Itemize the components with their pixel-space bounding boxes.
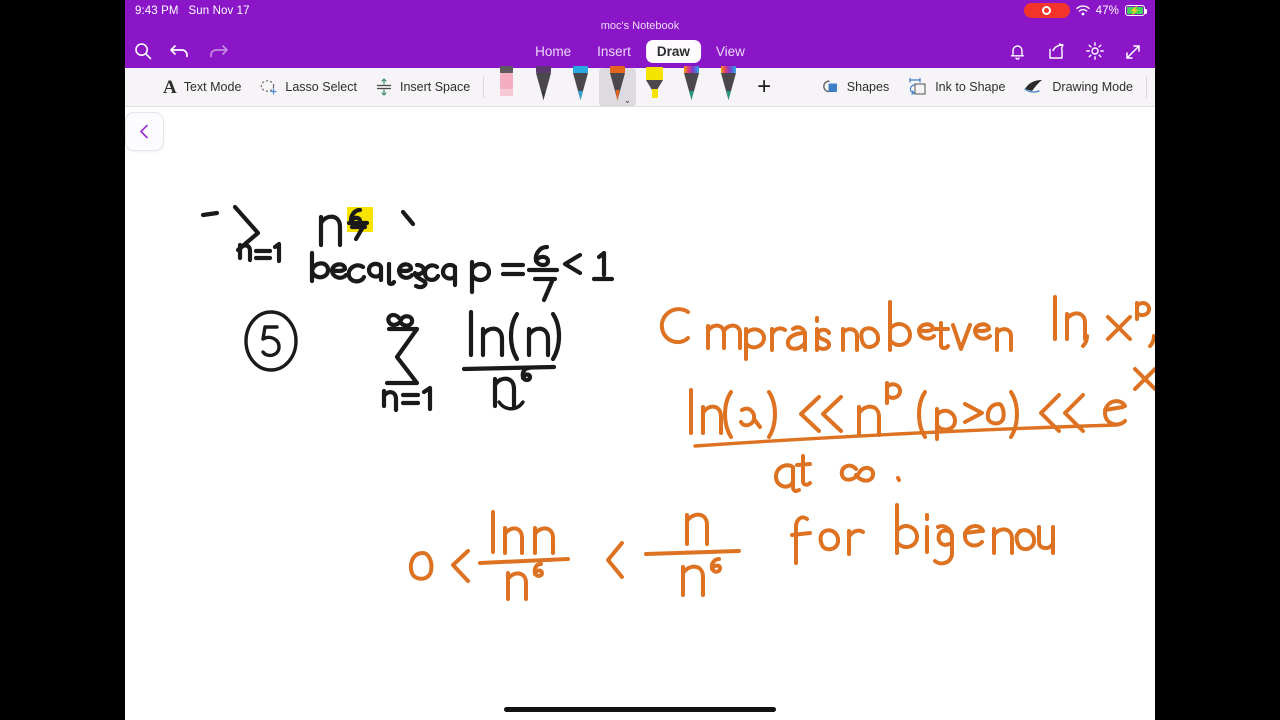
shapes-label: Shapes [846, 80, 890, 94]
ribbon-tabs: Home Insert Draw View [524, 39, 756, 63]
tab-insert[interactable]: Insert [586, 40, 642, 63]
eraser-tool[interactable] [488, 65, 525, 107]
settings-gear-icon[interactable] [1085, 41, 1105, 61]
drawing-mode-button[interactable]: Drawing Mode [1014, 78, 1142, 96]
pen-blue[interactable] [562, 65, 599, 107]
status-bar: 9:43 PM Sun Nov 17 47% ⚡ [125, 0, 1155, 21]
insert-space-icon [375, 77, 393, 97]
tab-home[interactable]: Home [524, 40, 582, 63]
note-canvas[interactable] [125, 107, 1155, 720]
insert-space-button[interactable]: Insert Space [366, 68, 479, 106]
pen-rainbow-teal-2[interactable] [710, 65, 747, 107]
text-mode-button[interactable]: A Text Mode [125, 68, 250, 106]
status-bar-left: 9:43 PM Sun Nov 17 [135, 5, 250, 17]
lasso-select-label: Lasso Select [285, 80, 357, 94]
tablet-screen: 9:43 PM Sun Nov 17 47% ⚡ moc's Notebook [125, 0, 1155, 720]
drawing-mode-label: Drawing Mode [1052, 80, 1133, 94]
ribbon-row: Home Insert Draw View [125, 34, 1155, 68]
drawing-mode-icon [1023, 78, 1045, 96]
record-dot-icon [1042, 6, 1052, 15]
shapes-icon [820, 78, 840, 96]
lasso-select-button[interactable]: Lasso Select [250, 68, 366, 106]
tab-view[interactable]: View [705, 40, 756, 63]
undo-icon[interactable] [169, 41, 191, 61]
screen-recording-icon[interactable] [1023, 3, 1070, 18]
search-icon[interactable] [133, 41, 153, 61]
pen-options-chevron-down-icon[interactable]: ⌄ [624, 95, 632, 106]
toolbar-divider-right [1146, 76, 1147, 98]
text-mode-label: Text Mode [183, 80, 242, 94]
pen-black[interactable] [525, 65, 562, 107]
redo-icon[interactable] [207, 41, 229, 61]
tab-draw[interactable]: Draw [645, 39, 701, 63]
status-bar-right: 47% ⚡ [1023, 3, 1147, 18]
shapes-button[interactable]: Shapes [811, 78, 898, 96]
collapse-ribbon-icon[interactable] [1124, 42, 1143, 61]
status-date: Sun Nov 17 [188, 4, 250, 17]
ink-to-shape-label: Ink to Shape [935, 80, 1006, 94]
pen-tray: ⌄ [488, 65, 747, 107]
lasso-select-icon [259, 78, 278, 97]
text-mode-icon: A [163, 76, 177, 98]
ribbon-left-icons [125, 41, 229, 61]
highlighter-yellow[interactable] [636, 66, 673, 107]
title-bar: moc's Notebook Home Insert Draw View [125, 20, 1155, 68]
insert-space-label: Insert Space [399, 80, 471, 94]
pen-orange[interactable]: ⌄ [599, 65, 637, 107]
status-time: 9:43 PM [135, 4, 179, 17]
battery-charging-icon: ⚡ [1125, 5, 1147, 16]
toolbar-right-group: Shapes Ink to Shape Drawing Mode [811, 76, 1155, 98]
ink-to-shape-icon [907, 77, 928, 97]
share-icon[interactable] [1046, 42, 1066, 61]
toolbar-divider [483, 76, 485, 98]
ribbon-right-icons [1008, 41, 1155, 61]
notifications-bell-icon[interactable] [1008, 42, 1027, 61]
wifi-icon [1075, 5, 1090, 16]
handwriting-ink-layer [200, 204, 1155, 601]
draw-toolbar: A Text Mode Lasso Select Insert Space ⌄ … [125, 65, 1155, 107]
home-indicator [504, 707, 776, 712]
document-title: moc's Notebook [600, 20, 680, 32]
pen-rainbow-teal-1[interactable] [673, 65, 710, 107]
battery-percent: 47% [1095, 4, 1119, 17]
ink-to-shape-button[interactable]: Ink to Shape [898, 77, 1014, 97]
add-pen-button[interactable]: + [747, 68, 781, 107]
